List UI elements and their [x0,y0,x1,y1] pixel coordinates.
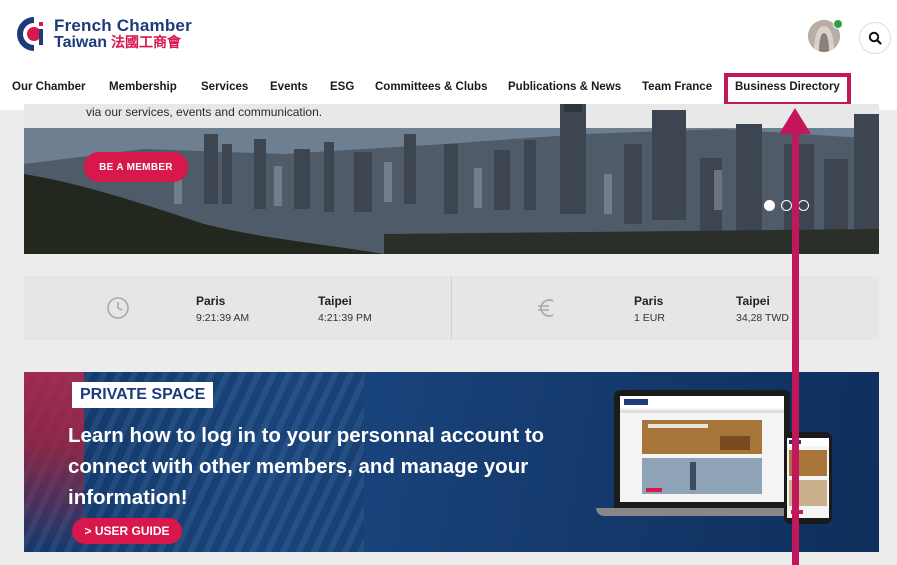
annotation-arrow-shaft [792,124,799,565]
logo-line-2: Taiwan 法國工商會 [54,34,192,51]
time-currency-bar: Paris 9:21:39 AM Taipei 4:21:39 PM Paris… [24,276,879,340]
search-icon [868,31,882,45]
nav-item-publications-news[interactable]: Publications & News [508,81,621,93]
user-guide-button[interactable]: > USER GUIDE [72,518,182,544]
clock-time-taipei: 4:21:39 PM [318,312,372,324]
online-status-icon [833,19,843,29]
nav-item-services[interactable]: Services [201,81,248,93]
hero-subtitle: via our services, events and communicati… [86,105,323,119]
nav-item-committees-clubs[interactable]: Committees & Clubs [375,81,487,93]
private-space-label: PRIVATE SPACE [72,382,214,408]
hero-banner: via our services, events and communicati… [24,104,879,254]
euro-icon [538,299,554,317]
logo-text: French Chamber Taiwan 法國工商會 [54,17,192,51]
laptop-base [596,508,808,516]
laptop-mockup-image [614,390,790,508]
clock-time-paris: 9:21:39 AM [196,312,250,324]
carousel-dot-3[interactable] [798,200,809,211]
nav-item-esg[interactable]: ESG [330,81,354,93]
currency-city-taipei: Taipei [736,294,770,308]
clock-icon [107,297,129,319]
carousel-dots [764,200,809,211]
be-a-member-button[interactable]: BE A MEMBER [84,152,188,182]
logo-line-2-latin: Taiwan [54,34,108,51]
business-directory-highlight-box [724,73,851,106]
logo-line-2-chinese: 法國工商會 [111,34,182,50]
logo-line-1: French Chamber [54,16,192,35]
clock-city-paris: Paris [196,294,226,308]
info-divider [451,276,452,340]
clock-city-taipei: Taipei [318,294,352,308]
site-logo[interactable]: French Chamber Taiwan 法國工商會 [12,16,192,52]
banner-text: Learn how to log in to your personnal ac… [68,424,545,509]
currency-value-taipei: 34,28 TWD [736,312,789,324]
search-button[interactable] [859,22,891,54]
nav-item-team-france[interactable]: Team France [642,81,712,93]
nav-item-events[interactable]: Events [270,81,308,93]
currency-city-paris: Paris [634,294,664,308]
currency-value-paris: 1 EUR [634,312,665,324]
private-space-banner[interactable]: PRIVATE SPACE Learn how to log in to you… [24,372,879,552]
carousel-dot-1[interactable] [764,200,775,211]
logo-mark-icon [12,16,48,52]
website-preview-image [620,396,784,494]
nav-item-our-chamber[interactable]: Our Chamber [12,81,86,93]
carousel-dot-2[interactable] [781,200,792,211]
laptop-screen [620,396,784,502]
page: French Chamber Taiwan 法國工商會 Our Chamber M… [0,0,897,565]
nav-item-membership[interactable]: Membership [109,81,177,93]
